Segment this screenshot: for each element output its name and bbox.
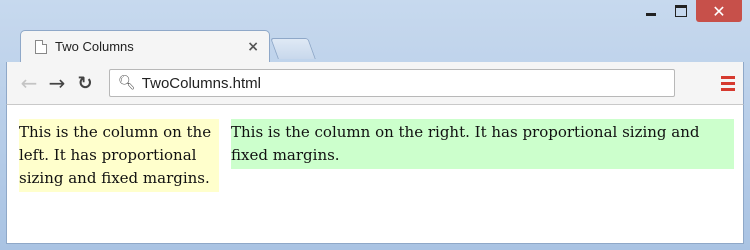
forward-arrow-icon[interactable]: → <box>43 71 71 95</box>
address-bar-url[interactable]: TwoColumns.html <box>142 75 261 92</box>
address-bar[interactable]: 🔍︎ TwoColumns.html <box>109 69 675 97</box>
window-caption-buttons: ✕ <box>636 0 742 22</box>
browser-tab[interactable]: Two Columns × <box>20 30 270 62</box>
hamburger-menu-icon[interactable] <box>721 75 735 91</box>
close-icon: ✕ <box>712 1 726 21</box>
minimize-icon <box>646 12 656 16</box>
search-icon: 🔍︎ <box>118 75 136 91</box>
back-arrow-icon[interactable]: ← <box>15 71 43 95</box>
minimize-button[interactable] <box>636 0 666 22</box>
browser-window: ✕ Two Columns × ← → ↻ 🔍︎ TwoColumns.html… <box>0 0 750 250</box>
maximize-button[interactable] <box>666 0 696 22</box>
left-column: This is the column on the left. It has p… <box>19 119 219 192</box>
document-icon <box>35 39 47 54</box>
reload-icon[interactable]: ↻ <box>71 73 99 94</box>
browser-toolbar: ← → ↻ 🔍︎ TwoColumns.html <box>6 62 744 104</box>
right-column: This is the column on the right. It has … <box>231 119 734 169</box>
tab-title: Two Columns <box>55 39 134 54</box>
tab-close-icon[interactable]: × <box>247 39 259 55</box>
close-window-button[interactable]: ✕ <box>696 0 742 22</box>
new-tab-button[interactable] <box>270 38 316 59</box>
page-content: This is the column on the left. It has p… <box>6 104 744 244</box>
maximize-icon <box>675 5 687 17</box>
